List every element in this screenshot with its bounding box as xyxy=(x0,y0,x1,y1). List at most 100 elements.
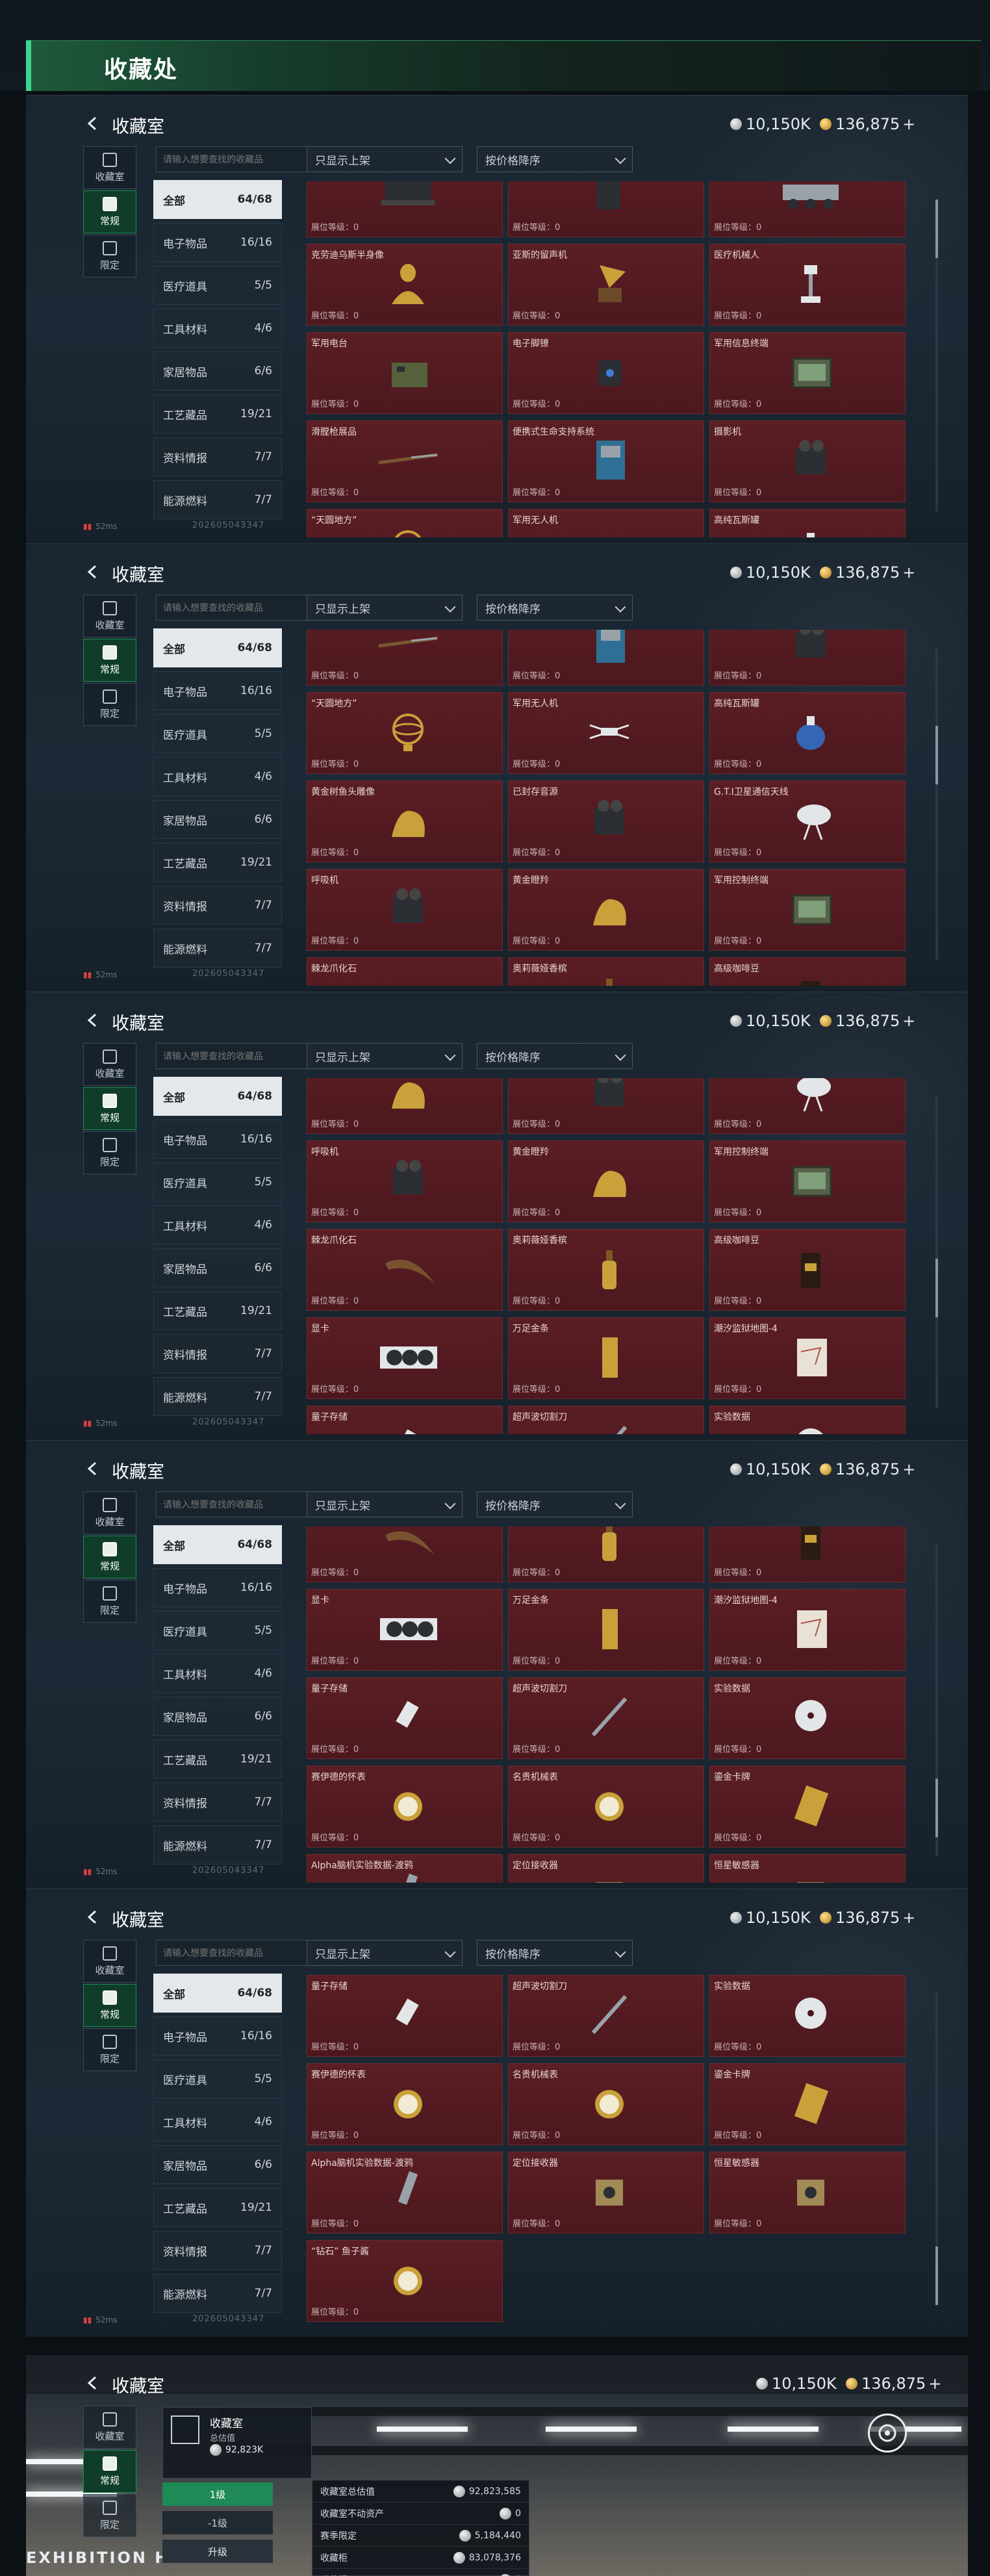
category-item[interactable]: 全部 64/68 xyxy=(153,1525,282,1564)
gold-currency[interactable]: 136,875 + xyxy=(820,563,915,582)
category-item[interactable]: 电子物品 16/16 xyxy=(153,671,282,710)
collection-item-card[interactable]: 鎏金卡牌 展位等级：0 xyxy=(709,1766,906,1848)
tab-limited[interactable]: 限定 xyxy=(83,235,136,277)
search-input[interactable] xyxy=(156,1043,309,1069)
back-arrow-icon[interactable] xyxy=(84,1012,101,1029)
category-item[interactable]: 家居物品 6/6 xyxy=(153,2145,282,2184)
collection-item-card[interactable]: 量子存储展位等级：0 xyxy=(307,1975,503,2057)
category-item[interactable]: 工具材料 4/6 xyxy=(153,2102,282,2141)
collection-item-card[interactable]: 奥莉薇娅香槟展位等级：0 xyxy=(508,1229,704,1311)
collection-item-card[interactable]: 赛伊德的怀表 展位等级：0 xyxy=(307,2063,503,2145)
back-arrow-icon[interactable] xyxy=(84,1460,101,1477)
collection-item-card[interactable]: 量子存储展位等级：0 xyxy=(307,1677,503,1759)
collection-item-card[interactable]: 电子脚镣 展位等级：0 xyxy=(508,332,704,414)
collection-item-card[interactable]: 军用信息终端 展位等级：0 xyxy=(709,332,906,414)
sort-dropdown[interactable]: 按价格降序 xyxy=(477,146,633,172)
sort-dropdown[interactable]: 按价格降序 xyxy=(477,1940,633,1966)
add-gold-icon[interactable]: + xyxy=(902,1012,915,1030)
gold-currency[interactable]: 136,875 + xyxy=(820,1012,915,1030)
collection-item-card[interactable]: 名贵机械表 展位等级：0 xyxy=(508,2063,704,2145)
collection-item-card[interactable]: 克劳迪乌斯半身像 展位等级：0 xyxy=(307,244,503,326)
upgrade-button[interactable]: 升级 xyxy=(162,2540,273,2563)
collection-item-card[interactable]: 摄影机展位等级：0 xyxy=(709,420,906,502)
collection-item-card[interactable]: 黄金瞪羚 展位等级：0 xyxy=(508,869,704,951)
collection-item-card[interactable]: 棘龙爪化石展位等级：0 xyxy=(307,1526,503,1582)
collection-item-card[interactable]: “天圆地方”展位等级：0 xyxy=(307,509,503,537)
collection-item-card[interactable]: G.T.I卫星通信天线展位等级：0 xyxy=(709,780,906,862)
collection-item-card[interactable]: 实验数据展位等级：0 xyxy=(709,1406,906,1434)
category-item[interactable]: 全部 64/68 xyxy=(153,628,282,667)
collection-item-card[interactable]: 定位接收器展位等级：0 xyxy=(508,1854,704,1883)
collection-item-card[interactable]: 摄影机展位等级：0 xyxy=(709,630,906,686)
tab-regular[interactable]: 常规 xyxy=(83,1087,136,1130)
category-item[interactable]: 能源燃料 7/7 xyxy=(153,1825,282,1864)
category-item[interactable]: 电子物品 16/16 xyxy=(153,1120,282,1159)
tab-regular[interactable]: 常规 xyxy=(83,639,136,682)
collection-item-card[interactable]: 呼吸机 展位等级：0 xyxy=(307,1140,503,1222)
collection-item-card[interactable]: 万足金条 展位等级：0 xyxy=(508,1317,704,1399)
collection-item-card[interactable]: 高级咖啡豆展位等级：0 xyxy=(709,957,906,986)
collection-item-card[interactable]: 高纯瓦斯罐展位等级：0 xyxy=(709,509,906,537)
filter-dropdown[interactable]: 只显示上架 xyxy=(307,1940,463,1966)
category-item[interactable]: 家居物品 6/6 xyxy=(153,800,282,839)
collection-item-card[interactable]: 棘龙爪化石展位等级：0 xyxy=(307,957,503,986)
scrollbar-thumb[interactable] xyxy=(935,2247,938,2305)
category-item[interactable]: 资料情报 7/7 xyxy=(153,1783,282,1822)
gold-currency[interactable]: 136,875 + xyxy=(820,1460,915,1478)
collection-item-card[interactable]: 军用控制终端 展位等级：0 xyxy=(709,869,906,951)
category-item[interactable]: 资料情报 7/7 xyxy=(153,437,282,476)
back-arrow-icon[interactable] xyxy=(84,1909,101,1926)
collection-item-card[interactable]: 万足金条 展位等级：0 xyxy=(508,1589,704,1671)
sort-dropdown[interactable]: 按价格降序 xyxy=(477,1043,633,1069)
scrollbar-thumb[interactable] xyxy=(935,1779,938,1837)
collection-item-card[interactable]: 赛伊德的怀表 展位等级：0 xyxy=(307,1766,503,1848)
filter-dropdown[interactable]: 只显示上架 xyxy=(307,1491,463,1517)
collection-item-card[interactable]: 超声波切割刀展位等级：0 xyxy=(508,1975,704,2057)
collection-item-card[interactable]: 量子存储展位等级：0 xyxy=(307,1406,503,1434)
collection-item-card[interactable]: 军用无人机展位等级：0 xyxy=(508,509,704,537)
category-item[interactable]: 工具材料 4/6 xyxy=(153,1654,282,1693)
scrollbar[interactable] xyxy=(935,1993,938,2305)
collection-item-card[interactable]: 定位接收器展位等级：0 xyxy=(508,2152,704,2234)
collection-item-card[interactable]: 高级咖啡豆展位等级：0 xyxy=(709,1229,906,1311)
collection-item-card[interactable]: 显卡 展位等级：0 xyxy=(307,1317,503,1399)
category-item[interactable]: 能源燃料 7/7 xyxy=(153,480,282,519)
collection-item-card[interactable]: 奥莉薇娅香槟展位等级：0 xyxy=(508,1526,704,1582)
filter-dropdown[interactable]: 只显示上架 xyxy=(307,595,463,621)
tab-regular[interactable]: 常规 xyxy=(83,2450,136,2493)
category-item[interactable]: 家居物品 6/6 xyxy=(153,352,282,391)
collection-item-card[interactable]: Alpha脑机实验数据-渡鸦展位等级：0 xyxy=(307,2152,503,2234)
search-input[interactable] xyxy=(156,595,309,621)
collection-item-card[interactable]: 恒星敏感器展位等级：0 xyxy=(709,2152,906,2234)
collection-item-card[interactable]: “天圆地方”展位等级：0 xyxy=(307,692,503,774)
scrollbar[interactable] xyxy=(935,1096,938,1408)
collection-item-card[interactable]: 展位等级：0 xyxy=(709,181,906,237)
tab-regular[interactable]: 常规 xyxy=(83,1536,136,1578)
collection-item-card[interactable]: 亚斯的留声机 展位等级：0 xyxy=(508,244,704,326)
collection-item-card[interactable]: 医疗机械人 展位等级：0 xyxy=(709,244,906,326)
scrollbar-thumb[interactable] xyxy=(935,726,938,784)
category-item[interactable]: 能源燃料 7/7 xyxy=(153,929,282,968)
category-item[interactable]: 电子物品 16/16 xyxy=(153,223,282,262)
gold-currency[interactable]: 136,875 + xyxy=(846,2375,941,2393)
search-input[interactable] xyxy=(156,1940,309,1966)
collection-item-card[interactable]: 黄金瞪羚 展位等级：0 xyxy=(508,1140,704,1222)
category-item[interactable]: 医疗道具 5/5 xyxy=(153,1611,282,1650)
filter-dropdown[interactable]: 只显示上架 xyxy=(307,1043,463,1069)
back-arrow-icon[interactable] xyxy=(84,563,101,580)
gold-currency[interactable]: 136,875 + xyxy=(820,115,915,133)
collection-item-card[interactable]: 名贵机械表 展位等级：0 xyxy=(508,1766,704,1848)
gold-currency[interactable]: 136,875 + xyxy=(820,1909,915,1927)
category-item[interactable]: 医疗道具 5/5 xyxy=(153,714,282,753)
tab-limited[interactable]: 限定 xyxy=(83,683,136,726)
category-item[interactable]: 医疗道具 5/5 xyxy=(153,1163,282,1202)
category-item[interactable]: 电子物品 16/16 xyxy=(153,2016,282,2055)
tab-collection-room[interactable]: 收藏室 xyxy=(83,1043,136,1086)
tab-collection-room[interactable]: 收藏室 xyxy=(83,595,136,638)
category-item[interactable]: 家居物品 6/6 xyxy=(153,1697,282,1736)
collection-item-card[interactable]: 便携式生命支持系统展位等级：0 xyxy=(508,420,704,502)
category-item[interactable]: 工具材料 4/6 xyxy=(153,309,282,348)
collection-item-card[interactable]: 已封存音源展位等级：0 xyxy=(508,780,704,862)
add-gold-icon[interactable]: + xyxy=(902,115,915,133)
tab-collection-room[interactable]: 收藏室 xyxy=(83,146,136,189)
